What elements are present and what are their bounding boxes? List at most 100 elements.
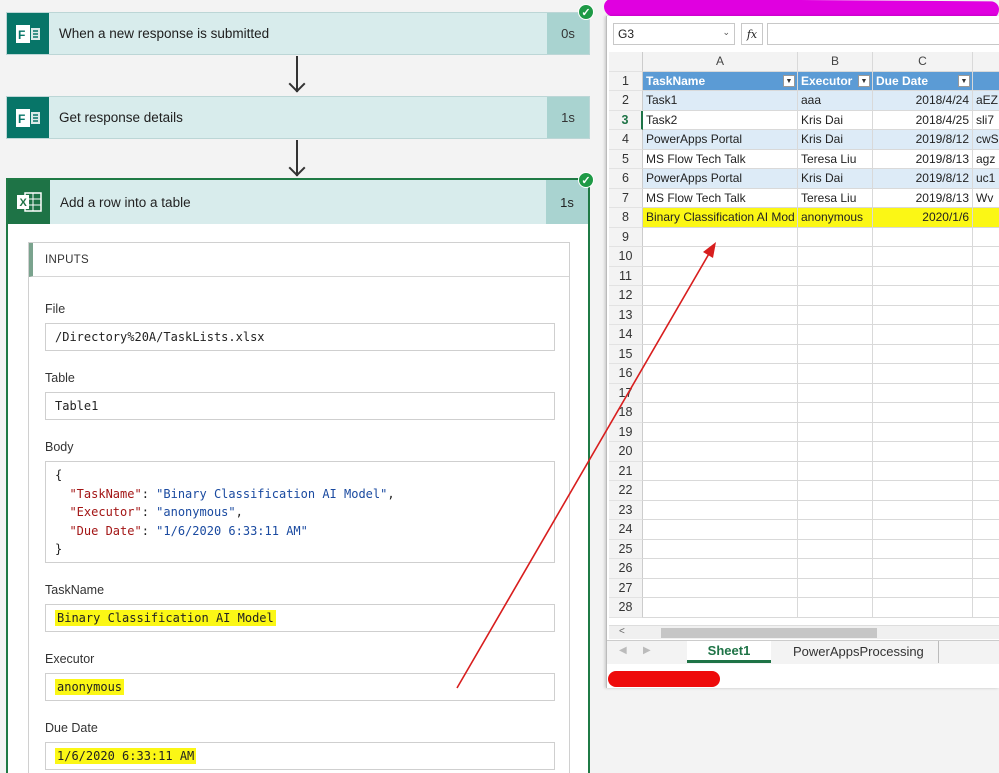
add-row-header[interactable]: X Add a row into a table 1s	[8, 180, 588, 224]
table-cell[interactable]: MS Flow Tech Talk	[643, 188, 798, 208]
row-header[interactable]: 4	[609, 130, 643, 150]
empty-cell[interactable]	[973, 266, 999, 286]
empty-cell[interactable]	[643, 422, 798, 442]
empty-cell[interactable]	[873, 227, 973, 247]
table-cell[interactable]: Binary Classification AI Mod	[643, 208, 798, 228]
row-header[interactable]: 9	[609, 227, 643, 247]
row-header[interactable]: 11	[609, 266, 643, 286]
table-cell[interactable]: Teresa Liu	[798, 149, 873, 169]
empty-cell[interactable]	[798, 344, 873, 364]
empty-cell[interactable]	[873, 286, 973, 306]
empty-cell[interactable]	[973, 344, 999, 364]
empty-cell[interactable]	[643, 598, 798, 618]
table-cell[interactable]: Teresa Liu	[798, 188, 873, 208]
filter-dropdown-icon[interactable]: ▼	[858, 74, 870, 87]
empty-cell[interactable]	[873, 559, 973, 579]
empty-cell[interactable]	[798, 227, 873, 247]
empty-cell[interactable]	[873, 461, 973, 481]
empty-cell[interactable]	[798, 364, 873, 384]
table-cell[interactable]: aaa	[798, 91, 873, 111]
empty-cell[interactable]	[873, 325, 973, 345]
empty-cell[interactable]	[873, 266, 973, 286]
horizontal-scrollbar[interactable]: <	[609, 625, 999, 639]
empty-cell[interactable]	[873, 442, 973, 462]
row-header[interactable]: 12	[609, 286, 643, 306]
empty-cell[interactable]	[973, 286, 999, 306]
row-header[interactable]: 14	[609, 325, 643, 345]
empty-cell[interactable]	[643, 266, 798, 286]
table-cell[interactable]: 2018/4/24	[873, 91, 973, 111]
row-header[interactable]: 1	[609, 71, 643, 91]
table-cell[interactable]: aEZ	[973, 91, 999, 111]
empty-cell[interactable]	[798, 403, 873, 423]
tab-powerappsprocessing[interactable]: PowerAppsProcessing	[779, 641, 939, 663]
empty-cell[interactable]	[643, 286, 798, 306]
empty-cell[interactable]	[973, 598, 999, 618]
row-header[interactable]: 3	[609, 110, 643, 130]
row-header[interactable]: 5	[609, 149, 643, 169]
empty-cell[interactable]	[643, 247, 798, 267]
empty-cell[interactable]	[798, 325, 873, 345]
empty-cell[interactable]	[873, 578, 973, 598]
empty-cell[interactable]	[643, 539, 798, 559]
row-header[interactable]: 10	[609, 247, 643, 267]
empty-cell[interactable]	[873, 500, 973, 520]
chevron-left-icon[interactable]: <	[619, 626, 625, 637]
empty-cell[interactable]	[798, 383, 873, 403]
column-header-c[interactable]: C	[873, 52, 973, 72]
empty-cell[interactable]	[873, 422, 973, 442]
row-header[interactable]: 7	[609, 188, 643, 208]
table-cell[interactable]: sli7	[973, 110, 999, 130]
table-cell[interactable]: 2019/8/13	[873, 188, 973, 208]
column-header-b[interactable]: B	[798, 52, 873, 72]
empty-cell[interactable]	[798, 481, 873, 501]
empty-cell[interactable]	[973, 305, 999, 325]
empty-cell[interactable]	[873, 383, 973, 403]
column-header-d[interactable]	[973, 52, 999, 72]
table-cell[interactable]: agz	[973, 149, 999, 169]
scrollbar-thumb[interactable]	[661, 628, 877, 638]
row-header[interactable]: 8	[609, 208, 643, 228]
empty-cell[interactable]	[973, 578, 999, 598]
empty-cell[interactable]	[643, 364, 798, 384]
table-cell[interactable]: anonymous	[798, 208, 873, 228]
next-sheet-icon[interactable]: ▶	[643, 645, 651, 656]
table-cell[interactable]: Wv	[973, 188, 999, 208]
fx-icon[interactable]: fx	[741, 23, 763, 45]
row-header[interactable]: 22	[609, 481, 643, 501]
table-cell[interactable]: cwS	[973, 130, 999, 150]
row-header[interactable]: 6	[609, 169, 643, 189]
row-header[interactable]: 19	[609, 422, 643, 442]
row-header[interactable]: 2	[609, 91, 643, 111]
empty-cell[interactable]	[643, 461, 798, 481]
trigger-step[interactable]: F When a new response is submitted 0s	[6, 12, 590, 55]
empty-cell[interactable]	[798, 247, 873, 267]
table-header-cell[interactable]: Due Date ▼	[873, 71, 973, 91]
empty-cell[interactable]	[643, 578, 798, 598]
table-cell[interactable]: PowerApps Portal	[643, 169, 798, 189]
empty-cell[interactable]	[643, 227, 798, 247]
formula-input[interactable]	[767, 23, 999, 45]
empty-cell[interactable]	[798, 598, 873, 618]
row-header[interactable]: 26	[609, 559, 643, 579]
table-cell[interactable]: uc1	[973, 169, 999, 189]
empty-cell[interactable]	[798, 442, 873, 462]
empty-cell[interactable]	[973, 539, 999, 559]
row-header[interactable]: 23	[609, 500, 643, 520]
table-header-cell[interactable]: TaskName ▼	[643, 71, 798, 91]
table-cell[interactable]: Task2	[643, 110, 798, 130]
empty-cell[interactable]	[973, 247, 999, 267]
empty-cell[interactable]	[643, 383, 798, 403]
table-cell[interactable]: 2019/8/12	[873, 130, 973, 150]
spreadsheet-grid[interactable]: A B C 1 TaskName ▼ Executor ▼ Due Date ▼ 2 Task1…	[609, 52, 999, 618]
empty-cell[interactable]	[643, 481, 798, 501]
empty-cell[interactable]	[873, 598, 973, 618]
empty-cell[interactable]	[873, 403, 973, 423]
empty-cell[interactable]	[643, 520, 798, 540]
row-header[interactable]: 15	[609, 344, 643, 364]
row-header[interactable]: 17	[609, 383, 643, 403]
tab-sheet1[interactable]: Sheet1	[687, 641, 771, 663]
select-all-corner[interactable]	[609, 52, 643, 72]
empty-cell[interactable]	[873, 344, 973, 364]
empty-cell[interactable]	[798, 286, 873, 306]
